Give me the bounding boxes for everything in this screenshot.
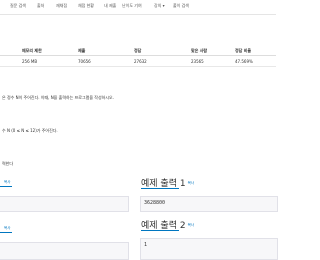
- cell-solvers: 23565: [191, 59, 204, 64]
- stats-table-header: 메모리 제한 제출 정답 맞은 사람 정답 비율: [0, 46, 276, 56]
- nav-difficulty[interactable]: 난이도 기여: [122, 3, 142, 9]
- sample-output-2-underline: [141, 230, 179, 231]
- sample-output-2-copy-link[interactable]: 복사: [188, 223, 194, 227]
- header-memory-limit: 메모리 제한: [22, 48, 42, 53]
- sample-output-2-box: 1: [140, 238, 278, 260]
- cell-submissions: 70656: [78, 59, 91, 64]
- nav-rejudge[interactable]: 재채점: [56, 3, 67, 9]
- header-accepted: 정답: [134, 48, 142, 53]
- sample-output-1-box: 3628800: [140, 196, 278, 212]
- sample-input-1-copy-link[interactable]: 복사: [4, 180, 10, 185]
- sample-input-1-underline: [0, 186, 12, 187]
- sample-input-2-underline: [0, 232, 12, 233]
- nav-source[interactable]: 출처: [37, 3, 44, 9]
- input-description: 수 N (0 ≤ N ≤ 12)가 주어진다.: [2, 128, 58, 133]
- sample-input-2-box: [0, 242, 129, 260]
- nav-lectures[interactable]: 강의 ▾: [154, 3, 165, 9]
- header-ratio: 정답 비율: [235, 48, 252, 53]
- nav-status[interactable]: 채점 현황: [78, 3, 94, 9]
- output-description: 력한다: [2, 161, 14, 166]
- sample-input-2-copy-link[interactable]: 복사: [4, 226, 10, 231]
- top-nav: 질문 검색 출처 재채점 채점 현황 내 제출 난이도 기여 강의 ▾ 풀이 검…: [0, 0, 276, 15]
- nav-my-submissions[interactable]: 내 제출: [104, 3, 116, 9]
- nav-question-search[interactable]: 질문 검색: [10, 3, 26, 9]
- sample-output-1-copy-link[interactable]: 복사: [188, 181, 194, 185]
- nav-solution-search[interactable]: 풀이 검색: [173, 3, 189, 9]
- chevron-down-icon: ▾: [162, 3, 165, 8]
- cell-memory-limit: 256 MB: [22, 59, 38, 64]
- sample-input-1-box: [0, 196, 129, 212]
- cell-accepted: 27632: [134, 59, 147, 64]
- table-row: 256 MB 70656 27632 23565 47.569%: [0, 56, 276, 67]
- header-submissions: 제출: [78, 48, 86, 53]
- problem-description: 은 정수 N이 주어진다. 이때, N을 출력하는 프로그램을 작성하시오.: [2, 95, 114, 100]
- cell-ratio: 47.569%: [235, 59, 253, 64]
- sample-output-1-underline: [141, 188, 179, 189]
- header-solvers: 맞은 사람: [191, 48, 208, 53]
